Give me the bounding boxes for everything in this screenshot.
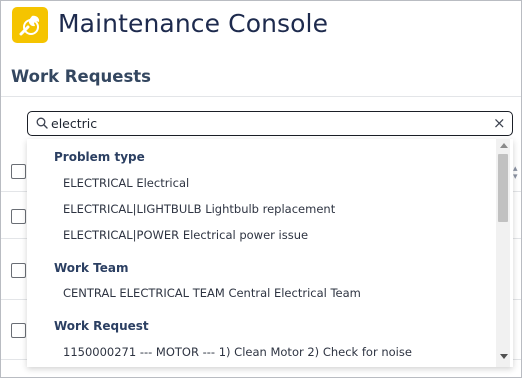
dropdown-scrollbar[interactable] [496,139,510,367]
group-heading-problem-type: Problem type [54,150,145,164]
clear-icon[interactable]: × [493,114,506,132]
search-results-dropdown: Problem type ELECTRICAL Electrical ELECT… [27,139,513,367]
search-field[interactable]: × [27,111,513,136]
page-title: Work Requests [11,67,151,86]
row-checkbox[interactable] [11,263,26,278]
app-window: Maintenance Console Work Requests ▴▾ × P… [0,0,522,378]
option-central-electrical-team[interactable]: CENTRAL ELECTRICAL TEAM Central Electric… [63,286,361,300]
sort-arrows-icon[interactable]: ▴ ▾ [513,164,518,181]
row-checkbox[interactable] [11,323,26,338]
row-checkbox[interactable] [11,209,26,224]
option-electrical-power[interactable]: ELECTRICAL|POWER Electrical power issue [63,228,308,242]
scroll-up-icon[interactable] [500,143,508,148]
app-header: Maintenance Console [1,1,521,48]
scroll-thumb[interactable] [498,154,508,222]
group-heading-work-request: Work Request [54,319,149,333]
search-icon [36,117,48,129]
wrench-icon [12,7,48,43]
app-title: Maintenance Console [58,9,329,38]
divider [1,96,521,97]
scroll-down-icon[interactable] [500,354,508,359]
option-electrical[interactable]: ELECTRICAL Electrical [63,176,189,190]
option-electrical-lightbulb[interactable]: ELECTRICAL|LIGHTBULB Lightbulb replaceme… [63,202,335,216]
search-input[interactable] [51,114,481,133]
option-work-request-1150000271[interactable]: 1150000271 --- MOTOR --- 1) Clean Motor … [63,345,412,359]
select-all-checkbox[interactable] [11,164,26,179]
group-heading-work-team: Work Team [54,261,129,275]
